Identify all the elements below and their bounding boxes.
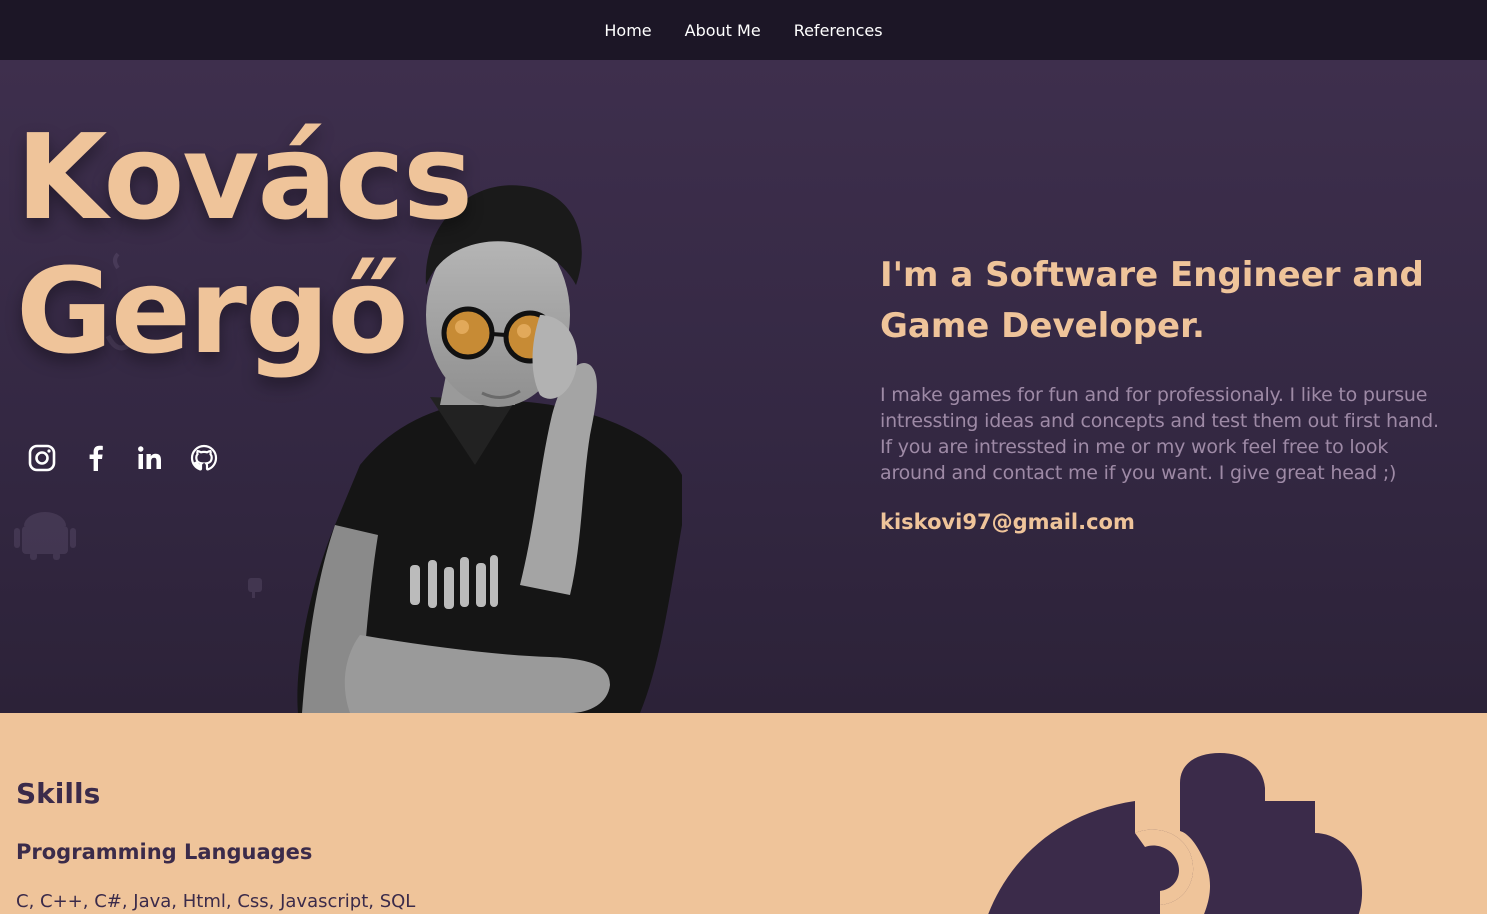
intro-headline: I'm a Software Engineer and Game Develop… <box>880 255 1424 346</box>
facebook-link[interactable] <box>82 444 110 476</box>
hero-name-first: Kovács <box>16 108 473 246</box>
linkedin-link[interactable] <box>136 444 164 476</box>
skills-languages: C, C++, C#, Java, Html, Css, Javascript,… <box>16 891 416 912</box>
instagram-icon <box>28 444 56 472</box>
hero-section: Kovács Gergő I'm a Software Engineer and… <box>0 60 1487 713</box>
puzzle-illustration <box>988 753 1363 914</box>
intro-block: I'm a Software Engineer and Game Develop… <box>880 250 1450 534</box>
top-navigation: Home About Me References <box>0 0 1487 60</box>
facebook-icon <box>89 445 103 471</box>
nav-about-me-link[interactable]: About Me <box>685 21 761 40</box>
social-links <box>28 444 218 476</box>
github-link[interactable] <box>190 444 218 476</box>
hero-name: Kovács Gergő <box>16 108 473 380</box>
android-icon <box>14 512 76 560</box>
nav-home-link[interactable]: Home <box>604 21 651 40</box>
skills-title: Skills <box>16 777 101 810</box>
instagram-link[interactable] <box>28 444 56 476</box>
github-icon <box>190 444 218 471</box>
intro-description: I make games for fun and for professiona… <box>880 384 1439 484</box>
android-icon <box>248 578 262 598</box>
hero-name-last: Gergő <box>16 242 409 380</box>
linkedin-icon <box>138 446 161 469</box>
email-link[interactable]: kiskovi97@gmail.com <box>880 510 1450 534</box>
nav-references-link[interactable]: References <box>794 21 883 40</box>
skills-subtitle: Programming Languages <box>16 840 313 864</box>
skills-section: Skills Programming Languages C, C++, C#,… <box>0 713 1487 914</box>
